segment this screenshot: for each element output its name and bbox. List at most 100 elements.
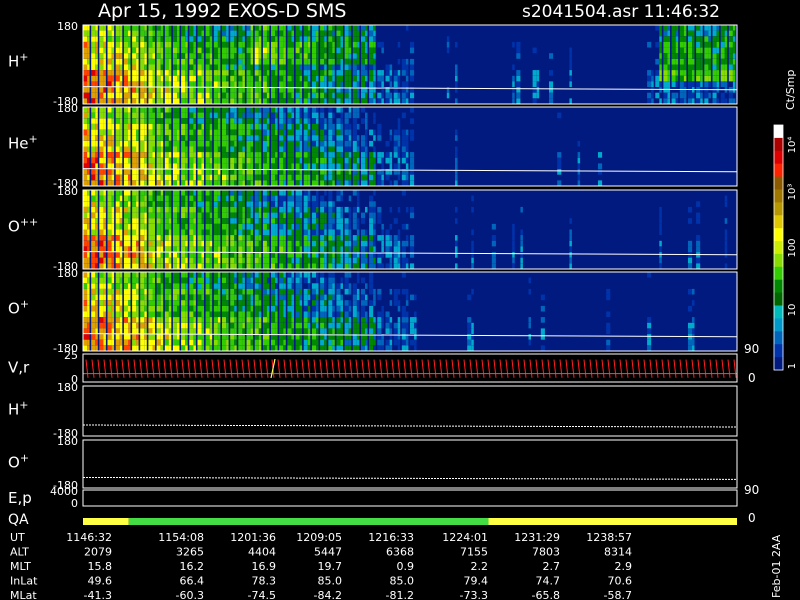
spectrogram-cell bbox=[140, 135, 145, 141]
spectrogram-cell bbox=[287, 98, 292, 104]
spectrogram-cell bbox=[91, 169, 96, 175]
spectrogram-cell bbox=[283, 64, 286, 71]
spectrogram-cell bbox=[140, 263, 145, 269]
spectrogram-cell bbox=[123, 140, 128, 147]
spectrogram-cell bbox=[234, 157, 237, 164]
spectrogram-cell bbox=[136, 146, 139, 153]
spectrogram-cell bbox=[238, 288, 243, 295]
spectrogram-cell bbox=[234, 201, 237, 207]
spectrogram-cell bbox=[405, 345, 409, 351]
spectrogram-cell bbox=[397, 152, 401, 158]
spectrogram-cell bbox=[720, 81, 725, 87]
spectrogram-cell bbox=[352, 283, 357, 289]
spectrogram-cell bbox=[209, 195, 213, 202]
spectrogram-cell bbox=[136, 246, 139, 252]
spectrogram-cell bbox=[164, 229, 169, 236]
spectrogram-cell bbox=[385, 246, 390, 252]
spectrogram-cell bbox=[316, 157, 319, 164]
spectrogram-cell bbox=[201, 107, 204, 113]
spectrogram-cell bbox=[136, 75, 139, 82]
spectrogram-cell bbox=[393, 263, 398, 269]
spectrogram-cell bbox=[356, 201, 360, 207]
spectrogram-cell bbox=[361, 305, 366, 312]
spectrogram-cell bbox=[156, 118, 161, 124]
spectrogram-cell bbox=[405, 157, 409, 164]
spectrogram-cell bbox=[303, 339, 308, 346]
spectrogram-cell bbox=[177, 272, 180, 278]
spectrogram-cell bbox=[401, 81, 406, 87]
spectrogram-cell bbox=[132, 300, 137, 306]
spectrogram-cell bbox=[258, 58, 262, 65]
spectrogram-cell bbox=[246, 263, 251, 269]
spectrogram-cell bbox=[303, 92, 308, 99]
spectrogram-cell bbox=[95, 64, 98, 71]
spectrogram-cell bbox=[332, 294, 335, 301]
spectrogram-cell bbox=[295, 64, 300, 71]
spectrogram-cell bbox=[115, 252, 120, 258]
spectrogram-cell bbox=[111, 70, 115, 76]
spectrogram-cell bbox=[405, 223, 409, 230]
spectrogram-cell bbox=[119, 174, 123, 181]
spectrogram-cell bbox=[369, 223, 374, 230]
spectrogram-cell bbox=[234, 169, 237, 175]
spectrogram-cell bbox=[316, 36, 319, 42]
spectrogram-cell bbox=[316, 277, 319, 284]
spectrogram-cell bbox=[303, 36, 308, 42]
spectrogram-cell bbox=[148, 229, 153, 236]
spectrogram-cell bbox=[258, 322, 262, 329]
spectrogram-cell bbox=[230, 311, 235, 318]
spectrogram-cell bbox=[724, 36, 728, 42]
spectrogram-cell bbox=[696, 257, 701, 264]
spectrogram-cell bbox=[683, 53, 687, 59]
spectrogram-cell bbox=[266, 272, 270, 278]
spectrogram-cell bbox=[201, 322, 204, 329]
footer-cell: 16.2 bbox=[180, 560, 205, 573]
spectrogram-cell bbox=[242, 300, 245, 306]
spectrogram-cell bbox=[115, 195, 120, 202]
spectrogram-cell bbox=[663, 30, 668, 37]
panel-background bbox=[83, 440, 737, 488]
panel-label: E,p bbox=[8, 489, 32, 507]
spectrogram-cell bbox=[320, 294, 325, 301]
spectrogram-cell bbox=[132, 157, 137, 164]
spectrogram-cell bbox=[369, 240, 374, 247]
footer-cell: -84.2 bbox=[314, 589, 342, 600]
spectrogram-cell bbox=[209, 288, 213, 295]
spectrogram-cell bbox=[123, 322, 128, 329]
spectrogram-cell bbox=[152, 140, 155, 147]
spectrogram-cell bbox=[209, 294, 213, 301]
spectrogram-cell bbox=[148, 112, 153, 119]
spectrogram-cell bbox=[700, 64, 703, 71]
spectrogram-cell bbox=[181, 339, 186, 346]
spectrogram-cell bbox=[365, 58, 368, 65]
spectrogram-cell bbox=[168, 283, 172, 289]
spectrogram-cell bbox=[209, 112, 213, 119]
spectrogram-cell bbox=[230, 118, 235, 124]
spectrogram-cell bbox=[156, 283, 161, 289]
spectrogram-cell bbox=[344, 64, 349, 71]
spectrogram-cell bbox=[226, 180, 229, 186]
spectrogram-cell bbox=[193, 123, 196, 130]
spectrogram-cell bbox=[328, 53, 333, 59]
spectrogram-cell bbox=[144, 70, 147, 76]
spectrogram-cell bbox=[201, 263, 204, 269]
spectrogram-cell bbox=[708, 41, 711, 48]
spectrogram-cell bbox=[246, 112, 251, 119]
spectrogram-cell bbox=[283, 206, 286, 213]
spectrogram-cell bbox=[148, 345, 153, 351]
spectrogram-cell bbox=[728, 36, 733, 42]
spectrogram-cell bbox=[275, 152, 278, 158]
spectrogram-cell bbox=[226, 252, 229, 258]
spectrogram-cell bbox=[393, 163, 398, 169]
spectrogram-cell bbox=[136, 263, 139, 269]
spectrogram-cell bbox=[168, 212, 172, 219]
spectrogram-cell bbox=[344, 41, 349, 48]
spectrogram-cell bbox=[91, 58, 96, 65]
spectrogram-cell bbox=[185, 98, 188, 104]
spectrogram-cell bbox=[209, 174, 213, 181]
spectrogram-cell bbox=[663, 81, 668, 87]
spectrogram-cell bbox=[160, 129, 164, 136]
spectrogram-cell bbox=[152, 81, 155, 87]
spectrogram-cell bbox=[348, 240, 352, 247]
spectrogram-cell bbox=[111, 53, 115, 59]
